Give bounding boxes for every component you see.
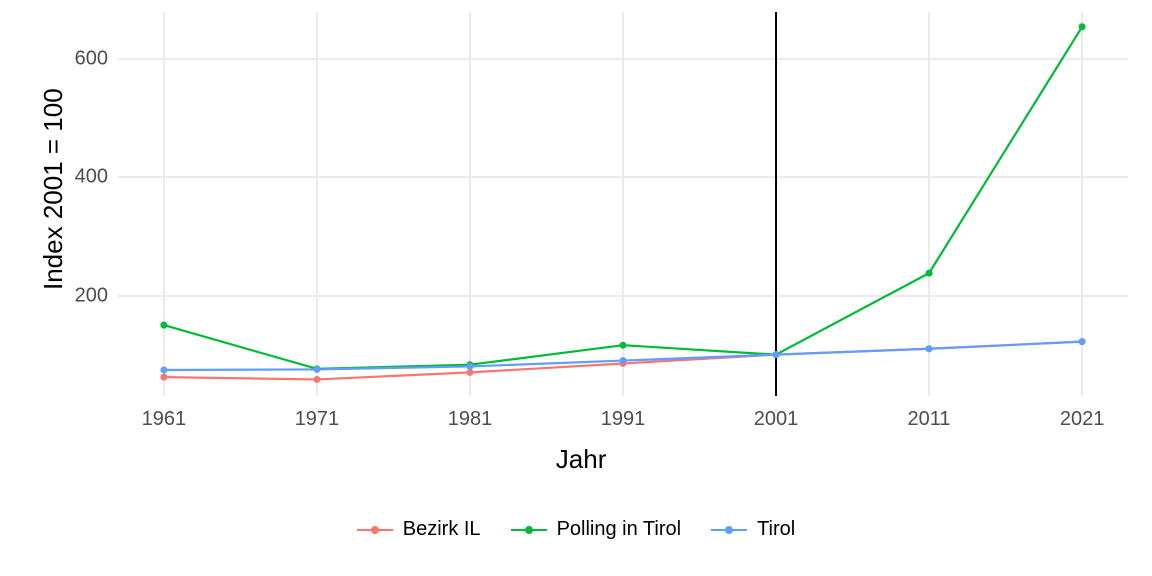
series-point [313, 366, 320, 373]
series-point [926, 270, 933, 277]
x-tick-label: 2011 [908, 408, 951, 431]
series-point [1079, 338, 1086, 345]
legend-row: Bezirk IL Polling in Tirol Tirol [357, 518, 795, 541]
series-point [160, 322, 167, 329]
series-point [620, 342, 627, 349]
x-tick-label: 1971 [295, 408, 340, 431]
x-axis-title: Jahr [556, 444, 607, 475]
legend-label: Polling in Tirol [557, 518, 682, 541]
series-point [313, 376, 320, 383]
legend-item: Bezirk IL [357, 518, 481, 541]
plot-svg [0, 0, 1152, 576]
y-tick-label: 400 [75, 166, 108, 189]
y-tick-label: 200 [75, 284, 108, 307]
x-tick-label: 1991 [601, 408, 646, 431]
series-point [160, 367, 167, 374]
series-point [620, 357, 627, 364]
series-point [466, 363, 473, 370]
x-tick-label: 1981 [448, 408, 493, 431]
legend: Bezirk IL Polling in Tirol Tirol [0, 518, 1152, 543]
legend-label: Bezirk IL [403, 518, 481, 541]
y-tick-label: 600 [75, 48, 108, 71]
x-tick-label: 1961 [142, 408, 187, 431]
legend-item: Polling in Tirol [511, 518, 682, 541]
series-point [773, 351, 780, 358]
legend-swatch [357, 522, 393, 538]
x-tick-label: 2021 [1060, 408, 1105, 431]
legend-swatch [711, 522, 747, 538]
y-axis-title: Index 2001 = 100 [38, 88, 69, 290]
chart-container: 1961 1971 1981 1991 2001 2011 2021 200 400 600 J… [0, 0, 1152, 576]
legend-swatch [511, 522, 547, 538]
legend-label: Tirol [757, 518, 795, 541]
x-tick-label: 2001 [754, 408, 799, 431]
series-point [160, 374, 167, 381]
series-line [164, 27, 1082, 369]
series-point [926, 345, 933, 352]
legend-item: Tirol [711, 518, 795, 541]
series-point [1079, 23, 1086, 30]
